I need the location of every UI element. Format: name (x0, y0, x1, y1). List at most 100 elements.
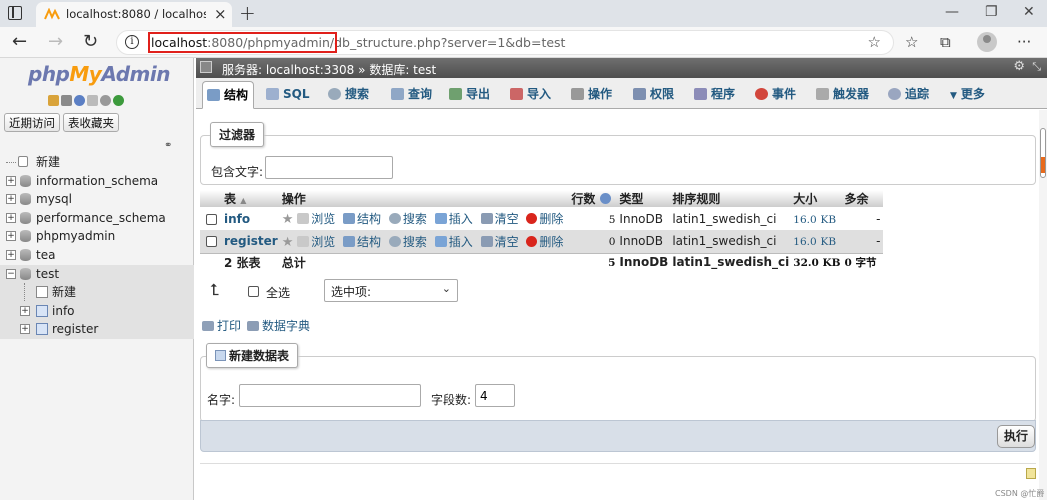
favorite-star-icon[interactable]: ★ (282, 212, 294, 227)
tab-sql[interactable]: SQL (262, 81, 310, 109)
tree-item-test[interactable]: − test (0, 265, 194, 284)
tree-item-mysql[interactable]: + mysql (6, 190, 194, 209)
expand-icon[interactable]: + (6, 231, 16, 241)
print-link[interactable]: 打印 (202, 317, 241, 334)
collapse-nav-icon[interactable] (200, 61, 212, 73)
expand-icon[interactable]: + (6, 250, 16, 260)
row-checkbox[interactable] (206, 236, 217, 247)
filter-input[interactable] (265, 156, 393, 179)
tab-search[interactable]: 搜索 (324, 81, 369, 109)
reload-icon[interactable] (113, 95, 124, 106)
new-tab-icon[interactable]: + (239, 1, 256, 25)
expand-icon[interactable]: + (6, 194, 16, 204)
size-unit[interactable]: KB (820, 236, 836, 248)
collections-icon[interactable]: ⧉ (940, 33, 951, 51)
structure-action[interactable]: 结构 (343, 235, 381, 249)
close-tab-icon[interactable]: × (214, 5, 227, 23)
breadcrumb-database[interactable]: 数据库: test (369, 63, 436, 77)
with-selected-dropdown[interactable]: 选中项: ⌄ (324, 279, 458, 302)
expand-icon[interactable]: + (20, 306, 30, 316)
insert-action[interactable]: 插入 (435, 212, 473, 226)
insert-action[interactable]: 插入 (435, 235, 473, 249)
favorites-icon[interactable]: ☆ (905, 33, 918, 51)
gear-icon[interactable]: ⚙ (1013, 59, 1025, 74)
size-value[interactable]: 16.0 (793, 214, 816, 226)
more-menu-icon[interactable]: ··· (1017, 33, 1031, 51)
url-field[interactable]: i localhost:8080/phpmyadmin/db_structure… (116, 30, 894, 55)
tab-events[interactable]: 事件 (751, 81, 796, 109)
browse-action[interactable]: 浏览 (297, 212, 335, 226)
size-unit[interactable]: KB (820, 214, 836, 226)
tab-triggers[interactable]: 触发器 (812, 81, 869, 109)
size-value[interactable]: 16.0 (793, 236, 816, 248)
docs-icon[interactable] (87, 95, 98, 106)
table-name-input[interactable] (239, 384, 421, 407)
add-favorite-icon[interactable]: ☆ (868, 33, 881, 51)
profile-avatar[interactable] (977, 32, 997, 52)
help-icon[interactable] (74, 95, 85, 106)
recent-button[interactable]: 近期访问 (4, 113, 60, 132)
go-button[interactable]: 执行 (997, 425, 1035, 448)
table-name-link[interactable]: info (224, 212, 250, 226)
header-size[interactable]: 大小 (791, 190, 842, 207)
tab-privileges[interactable]: 权限 (629, 81, 674, 109)
logout-icon[interactable] (61, 95, 72, 106)
scrollbar-thumb[interactable] (1040, 128, 1046, 178)
tree-item-tea[interactable]: + tea (6, 246, 194, 265)
expand-icon[interactable]: + (6, 176, 16, 186)
tab-tracking[interactable]: 追踪 (884, 81, 929, 109)
collapse-icon[interactable]: − (6, 269, 16, 279)
select-all-label[interactable]: 全选 (266, 284, 290, 301)
back-arrow-icon[interactable]: ← (12, 31, 27, 52)
breadcrumb-server[interactable]: 服务器: localhost:3308 (222, 63, 354, 77)
table-name-link[interactable]: register (224, 234, 278, 248)
home-icon[interactable] (48, 95, 59, 106)
tree-item-performance-schema[interactable]: + performance_schema (6, 209, 194, 228)
link-with-main-icon[interactable]: ⚭ (164, 140, 172, 151)
expand-icon[interactable]: + (6, 213, 16, 223)
tree-item-phpmyadmin[interactable]: + phpmyadmin (6, 227, 194, 246)
tree-item-new-table[interactable]: 新建 (0, 283, 194, 302)
select-all-checkbox[interactable] (248, 286, 259, 297)
tab-more[interactable]: ▼更多 (946, 81, 985, 109)
refresh-icon[interactable]: ↻ (83, 31, 98, 52)
drop-action[interactable]: 删除 (526, 235, 563, 249)
tab-operations[interactable]: 操作 (567, 81, 612, 109)
tab-structure[interactable]: 结构 (202, 81, 254, 109)
close-window-icon[interactable]: ✕ (1023, 4, 1035, 20)
info-icon[interactable]: i (125, 35, 139, 49)
empty-action[interactable]: 清空 (481, 235, 519, 249)
header-overhead[interactable]: 多余 (843, 190, 883, 207)
header-rows[interactable]: 行数 (569, 190, 617, 207)
empty-action[interactable]: 清空 (481, 212, 519, 226)
header-type[interactable]: 类型 (617, 190, 670, 207)
row-checkbox[interactable] (206, 214, 217, 225)
fullscreen-icon[interactable]: ⤡ (1032, 60, 1041, 74)
tab-export[interactable]: 导出 (445, 81, 490, 109)
restore-icon[interactable]: ❐ (985, 4, 998, 20)
page-scrollbar[interactable] (1039, 110, 1047, 500)
tree-item-info[interactable]: + info (0, 302, 194, 321)
search-action[interactable]: 搜索 (389, 212, 427, 226)
window-menu-icon[interactable] (8, 6, 22, 20)
expand-icon[interactable]: + (20, 324, 30, 334)
structure-action[interactable]: 结构 (343, 212, 381, 226)
tree-item-information-schema[interactable]: + information_schema (6, 172, 194, 191)
drop-action[interactable]: 删除 (526, 212, 563, 226)
header-collation[interactable]: 排序规则 (670, 190, 791, 207)
settings-icon[interactable] (100, 95, 111, 106)
tab-query[interactable]: 查询 (387, 81, 432, 109)
minimize-icon[interactable]: — (945, 4, 959, 20)
tab-routines[interactable]: 程序 (690, 81, 735, 109)
header-table[interactable]: 表 ▲ (222, 190, 280, 207)
tab-import[interactable]: 导入 (506, 81, 551, 109)
favorite-star-icon[interactable]: ★ (282, 235, 294, 250)
browser-tab[interactable]: localhost:8080 / localhost / test | × (36, 2, 232, 27)
data-dictionary-link[interactable]: 数据字典 (247, 317, 310, 334)
columns-input[interactable] (475, 384, 515, 407)
help-icon[interactable] (600, 193, 611, 204)
forward-arrow-icon[interactable]: → (48, 31, 63, 52)
favorites-button[interactable]: 表收藏夹 (63, 113, 119, 132)
search-action[interactable]: 搜索 (389, 235, 427, 249)
console-icon[interactable] (1026, 468, 1036, 479)
